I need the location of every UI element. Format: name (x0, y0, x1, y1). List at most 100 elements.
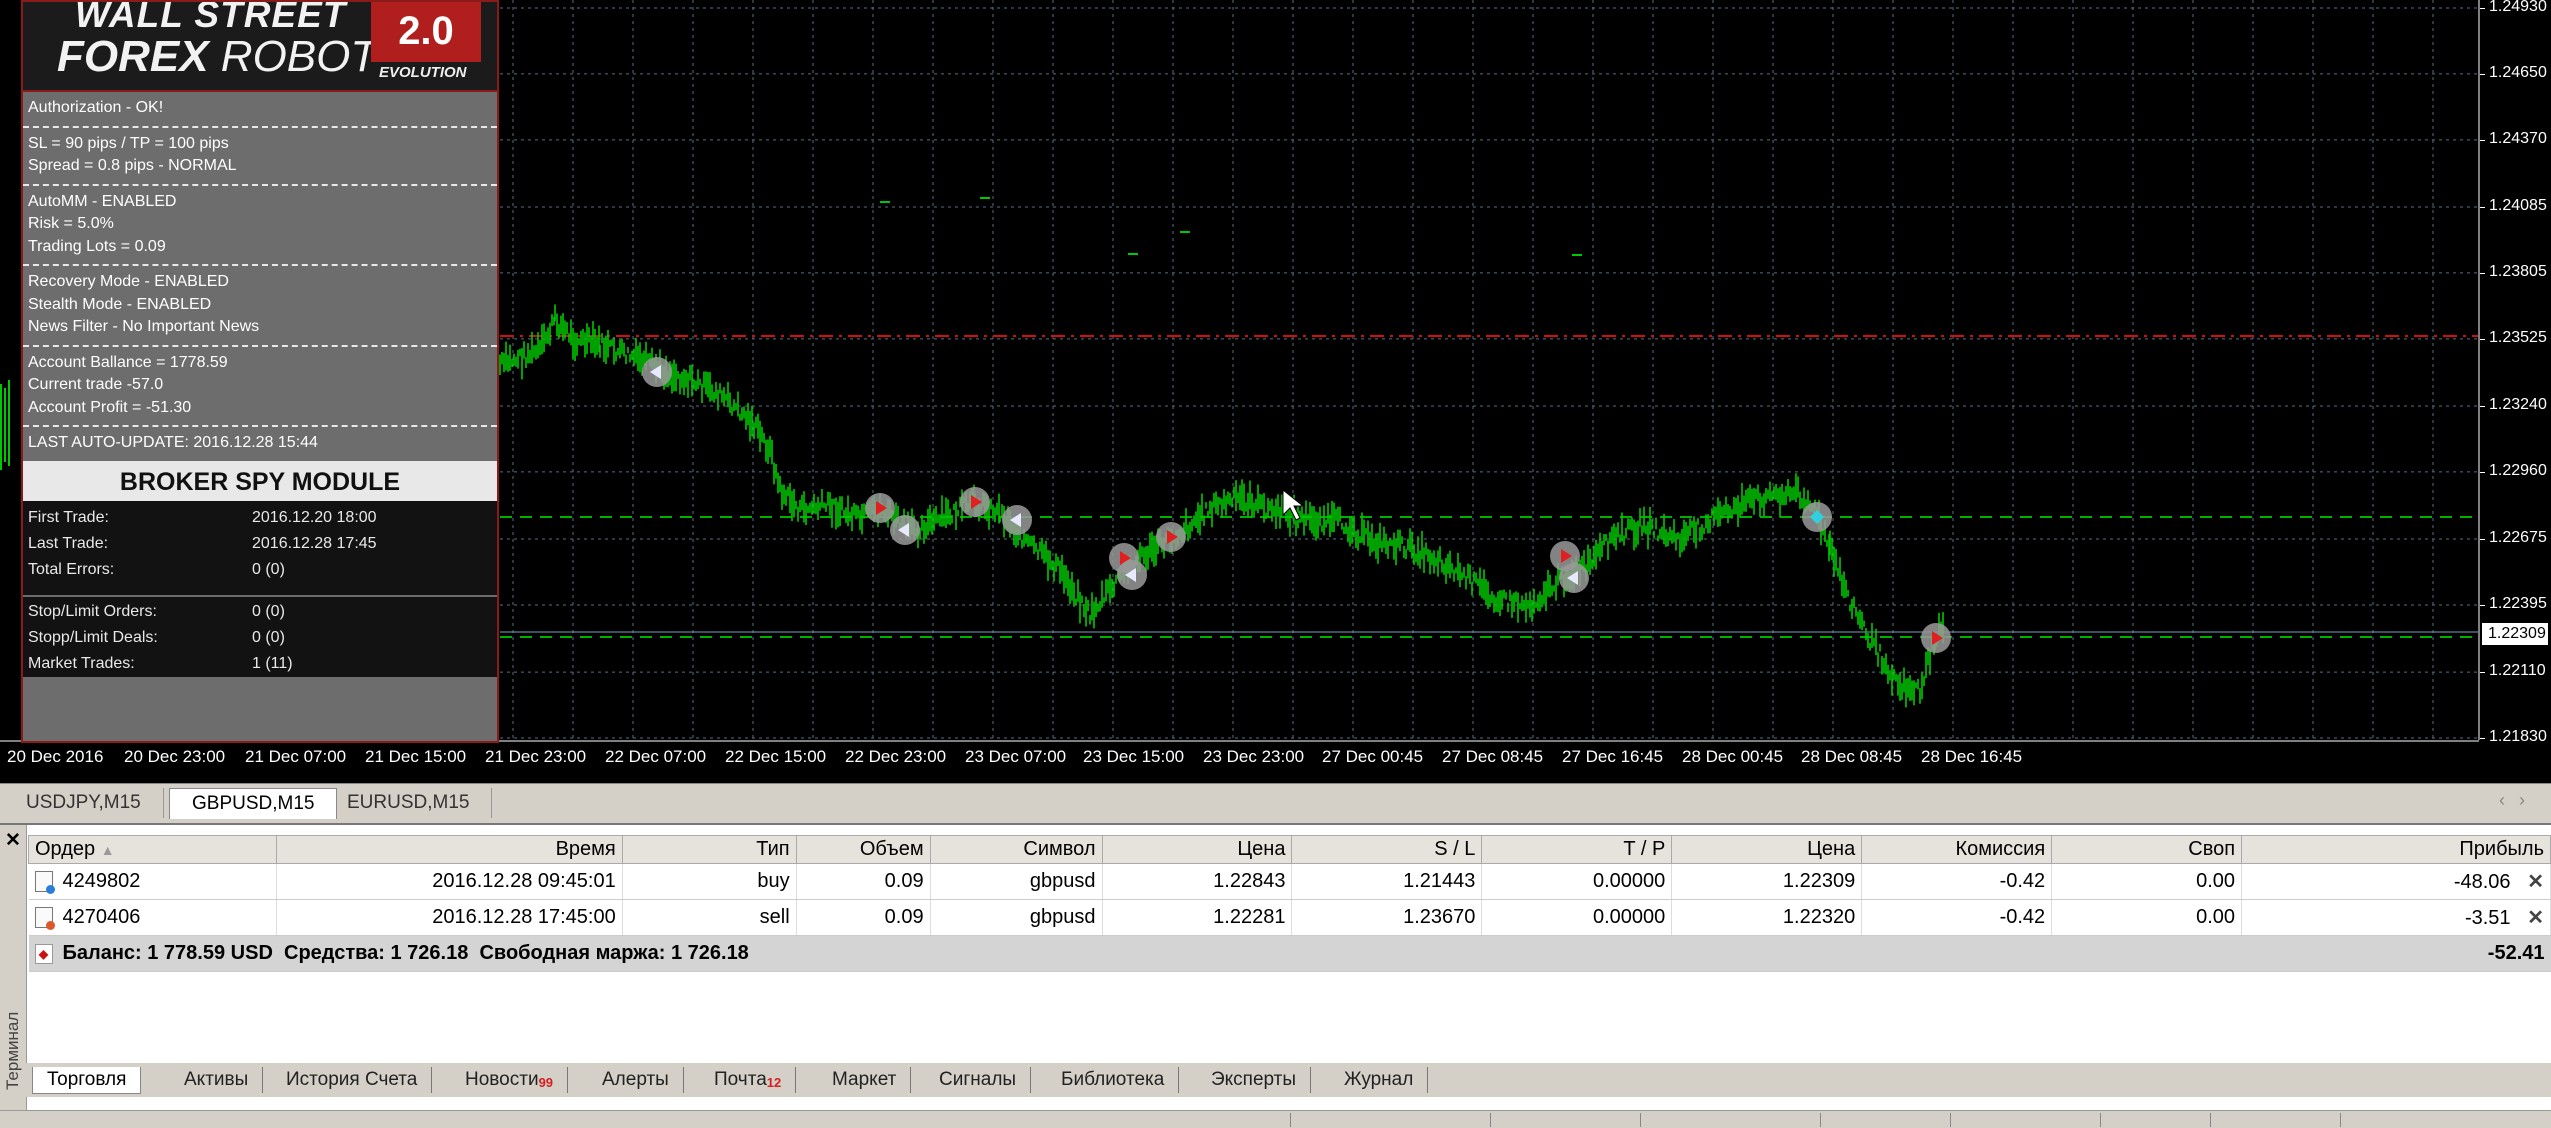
tab-experts[interactable]: Эксперты (1197, 1067, 1312, 1093)
tab-mail-label: Почта (714, 1069, 767, 1090)
col-profit[interactable]: Прибыль (2241, 835, 2551, 864)
tab-signals[interactable]: Сигналы (925, 1067, 1032, 1093)
logo-forex: FOREX (57, 32, 209, 81)
buy-order-icon (34, 871, 55, 895)
time-tick-label: 21 Dec 23:00 (485, 747, 587, 766)
order-volume: 0.09 (796, 899, 931, 936)
price-tick-label: 1.23240 (2489, 395, 2547, 413)
news-filter-text: News Filter - No Important News (28, 318, 260, 335)
stop-deals-value: 0 (0) (252, 628, 285, 646)
price-tick-label: 1.24370 (2489, 129, 2547, 147)
col-price[interactable]: Цена (1101, 835, 1293, 864)
last-trade-row: Last Trade: 2016.12.28 17:45 (23, 531, 497, 557)
col-symbol[interactable]: Символ (929, 835, 1103, 864)
price-tick (2480, 8, 2485, 9)
version-badge: 2.0 (371, 2, 481, 62)
col-current-price[interactable]: Цена (1671, 835, 1863, 864)
tab-market[interactable]: Маркет (818, 1067, 912, 1093)
balance-icon: ◆ (34, 943, 53, 964)
first-trade-label: First Trade: (28, 508, 109, 526)
auth-section: Authorization - OK! (23, 92, 497, 128)
price-tick-label: 1.23525 (2489, 328, 2547, 346)
first-trade-value: 2016.12.20 18:00 (252, 508, 377, 526)
tab-library[interactable]: Библиотека (1047, 1067, 1180, 1093)
total-profit: -52.41 (2241, 935, 2551, 972)
summary-row: ◆ Баланс: 1 778.59 USD Средства: 1 726.18… (28, 935, 2551, 972)
close-order-icon[interactable]: ✕ (2527, 907, 2544, 929)
tab-journal[interactable]: Журнал (1330, 1067, 1429, 1093)
tab-gbpusd[interactable]: GBPUSD,M15 (169, 788, 338, 819)
order-symbol: gbpusd (930, 899, 1103, 936)
tab-news[interactable]: Новости99 (451, 1067, 569, 1093)
price-chart[interactable]: WALL STREET FOREX ROBOT 2.0 EVOLUTION Au… (0, 0, 2551, 782)
sl-tp-text: SL = 90 pips / TP = 100 pips (28, 134, 229, 152)
col-time[interactable]: Время (275, 835, 623, 864)
col-order[interactable]: Ордер ▲ (28, 835, 277, 864)
col-volume[interactable]: Объем (795, 835, 931, 864)
time-tick-label: 27 Dec 00:45 (1322, 747, 1424, 766)
update-section: LAST AUTO-UPDATE: 2016.12.28 15:44 (23, 427, 497, 461)
order-id: 4270406 (62, 906, 141, 928)
status-separator (2100, 1113, 2101, 1127)
order-profit: -3.51 (2464, 907, 2511, 929)
order-sl[interactable]: 1.21443 (1291, 863, 1483, 900)
price-tick (2480, 738, 2485, 739)
time-tick-label: 20 Dec 23:00 (124, 747, 226, 766)
profit-text: Account Profit = -51.30 (28, 398, 192, 416)
col-commission[interactable]: Комиссия (1861, 835, 2053, 864)
broker-divider (23, 594, 497, 597)
price-tick (2480, 405, 2485, 407)
broker-spy-title: BROKER SPY MODULE (23, 460, 497, 501)
market-trades-label: Market Trades: (28, 654, 135, 672)
close-icon[interactable]: ✕ (5, 829, 21, 852)
table-row[interactable]: 4270406 2016.12.28 17:45:00 sell 0.09 gb… (28, 899, 2551, 936)
col-type[interactable]: Тип (621, 835, 797, 864)
tab-trade[interactable]: Торговля (32, 1067, 142, 1094)
order-sl[interactable]: 1.23670 (1291, 899, 1483, 936)
last-trade-value: 2016.12.28 17:45 (252, 534, 377, 552)
stop-orders-value: 0 (0) (252, 602, 285, 620)
terminal-vertical-label: Терминал (3, 1011, 22, 1090)
order-swap: 0.00 (2051, 863, 2243, 900)
tab-usdjpy[interactable]: USDJPY,M15 (4, 788, 164, 818)
status-separator (2210, 1113, 2211, 1127)
mm-section: AutoMM - ENABLED Risk = 5.0% Trading Lot… (23, 186, 497, 266)
tab-mail[interactable]: Почта12 (700, 1067, 797, 1093)
time-tick-label: 28 Dec 08:45 (1801, 747, 1903, 766)
order-price: 1.22843 (1102, 863, 1293, 900)
col-swap[interactable]: Своп (2051, 835, 2243, 864)
order-tp[interactable]: 0.00000 (1481, 899, 1673, 936)
tab-history[interactable]: История Счета (272, 1067, 433, 1093)
time-tick-label: 20 Dec 2016 (7, 747, 104, 766)
tab-assets[interactable]: Активы (170, 1067, 264, 1093)
sell-order-icon (34, 907, 55, 931)
order-volume: 0.09 (796, 863, 931, 900)
close-order-icon[interactable]: ✕ (2527, 871, 2544, 893)
chevron-right-icon[interactable]: › (2519, 790, 2539, 810)
table-header-row: Ордер ▲ Время Тип Объем Символ Цена S / … (28, 835, 2551, 864)
last-update-text: LAST AUTO-UPDATE: 2016.12.28 15:44 (28, 434, 318, 451)
chevron-left-icon[interactable]: ‹ (2499, 790, 2519, 810)
col-sl[interactable]: S / L (1291, 835, 1483, 864)
time-tick-label: 22 Dec 07:00 (605, 747, 707, 766)
tab-alerts[interactable]: Алерты (588, 1067, 684, 1093)
order-commission: -0.42 (1861, 899, 2053, 936)
order-id: 4249802 (62, 870, 141, 892)
time-tick-label: 23 Dec 07:00 (965, 747, 1067, 766)
mail-badge: 12 (766, 1075, 782, 1090)
tab-eurusd[interactable]: EURUSD,M15 (325, 788, 493, 818)
tab-scroll-arrows[interactable]: ‹› (2499, 790, 2539, 811)
total-errors-value: 0 (0) (252, 560, 285, 578)
order-tp[interactable]: 0.00000 (1481, 863, 1673, 900)
price-tick (2480, 206, 2485, 208)
col-tp[interactable]: T / P (1481, 835, 1673, 864)
order-profit: -48.06 (2453, 871, 2511, 893)
stop-deals-row: Stopp/Limit Deals: 0 (0) (23, 625, 497, 651)
price-tick-label: 1.22960 (2489, 461, 2547, 479)
tab-news-label: Новости (465, 1069, 539, 1090)
time-tick-label: 22 Dec 23:00 (845, 747, 947, 766)
time-tick-label: 22 Dec 15:00 (725, 747, 827, 766)
terminal-sidebar: ✕ Терминал (0, 825, 27, 1112)
order-swap: 0.00 (2051, 899, 2243, 936)
table-row[interactable]: 4249802 2016.12.28 09:45:01 buy 0.09 gbp… (28, 863, 2551, 900)
